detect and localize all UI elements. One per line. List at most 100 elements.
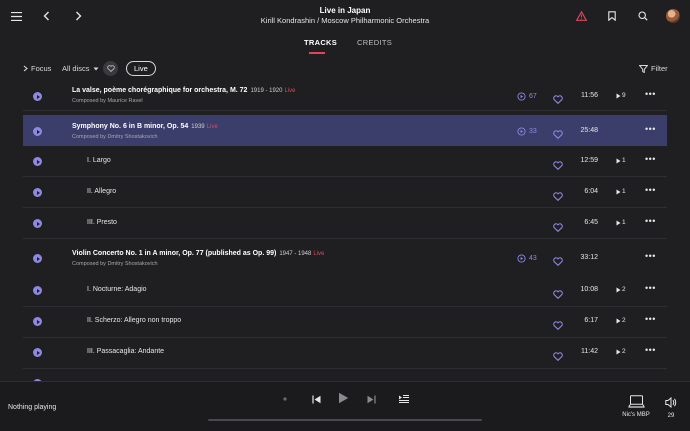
play-small-icon <box>616 287 621 292</box>
next-icon[interactable] <box>361 389 381 409</box>
laptop-icon[interactable] <box>626 391 646 411</box>
more-options-icon[interactable]: ••• <box>645 251 656 261</box>
play-icon[interactable] <box>33 127 42 136</box>
performances[interactable]: 2 <box>616 286 626 293</box>
progress-bar[interactable] <box>208 419 482 421</box>
filter-button[interactable]: Filter <box>639 64 668 73</box>
shuffle-dot-icon[interactable] <box>275 389 295 409</box>
duration: 11:56 <box>581 92 598 99</box>
avatar[interactable] <box>666 9 680 23</box>
discs-dropdown[interactable]: All discs <box>62 64 99 73</box>
play-small-icon <box>616 318 621 323</box>
movement-row[interactable]: II. Allegro 6:04 1 ••• <box>23 177 667 208</box>
versions-icon <box>517 127 526 136</box>
performances[interactable]: 2 <box>616 348 626 355</box>
heart-icon[interactable] <box>553 253 563 271</box>
work-row-symphony-6[interactable]: Symphony No. 6 in B minor, Op. 54 1939 Liv… <box>23 115 667 146</box>
work-composer: Composed by Maurice Ravel <box>72 98 143 104</box>
play-pause-icon[interactable] <box>333 388 353 408</box>
duration: 11:42 <box>581 348 598 355</box>
play-small-icon <box>616 189 621 194</box>
duration: 10:08 <box>580 286 598 293</box>
heart-icon[interactable] <box>553 317 563 335</box>
more-options-icon[interactable]: ••• <box>645 124 656 134</box>
search-icon[interactable] <box>633 6 653 26</box>
queue-icon[interactable] <box>394 389 414 409</box>
top-bar: Live in Japan Kirill Kondrashin / Moscow… <box>0 0 690 32</box>
focus-button[interactable]: Focus <box>23 64 51 73</box>
versions-count[interactable]: 43 <box>517 254 537 263</box>
work-years: 1947 - 1948 <box>279 251 312 257</box>
duration: 12:59 <box>580 157 598 164</box>
filter-label: Filter <box>651 64 668 73</box>
duration: 25:48 <box>580 127 598 134</box>
play-icon[interactable] <box>33 254 42 263</box>
more-options-icon[interactable]: ••• <box>645 216 656 226</box>
play-icon[interactable] <box>33 157 42 166</box>
tab-credits[interactable]: CREDITS <box>357 38 392 47</box>
live-tag: Live <box>284 88 296 94</box>
play-icon[interactable] <box>33 317 42 326</box>
play-small-icon <box>616 220 621 225</box>
duration: 6:45 <box>584 219 598 226</box>
more-options-icon[interactable]: ••• <box>645 283 656 293</box>
work-years: 1939 <box>191 124 205 130</box>
live-tag: Live <box>206 124 218 130</box>
performances[interactable]: 1 <box>616 219 626 226</box>
heart-icon[interactable] <box>553 126 563 144</box>
heart-icon[interactable] <box>553 286 563 304</box>
performances[interactable]: 9 <box>616 92 626 99</box>
movement-title: II. Allegro <box>87 188 117 195</box>
more-options-icon[interactable]: ••• <box>645 314 656 324</box>
movement-title: III. Passacaglia: Andante <box>87 348 165 355</box>
heart-icon[interactable] <box>553 219 563 237</box>
warning-icon[interactable] <box>571 6 591 26</box>
forward-icon[interactable] <box>68 6 88 26</box>
menu-icon[interactable] <box>6 6 26 26</box>
movement-row[interactable]: I. Nocturne: Adagio 10:08 2 ••• <box>23 276 667 307</box>
work-row-violin-concerto[interactable]: Violin Concerto No. 1 in A minor, Op. 77… <box>23 239 667 276</box>
more-options-icon[interactable]: ••• <box>645 345 656 355</box>
performances[interactable]: 1 <box>616 188 626 195</box>
work-title: Violin Concerto No. 1 in A minor, Op. 77… <box>72 250 325 257</box>
duration: 6:04 <box>584 188 598 195</box>
versions-count[interactable]: 67 <box>517 92 537 101</box>
heart-icon[interactable] <box>553 188 563 206</box>
more-options-icon[interactable]: ••• <box>645 89 656 99</box>
heart-icon[interactable] <box>553 348 563 366</box>
duration: 6:17 <box>584 317 598 324</box>
more-options-icon[interactable]: ••• <box>645 154 656 164</box>
back-icon[interactable] <box>36 6 56 26</box>
bookmark-icon[interactable] <box>602 6 622 26</box>
heart-icon[interactable] <box>553 91 563 109</box>
movement-row[interactable]: III. Presto 6:45 1 ••• <box>23 208 667 239</box>
movement-title: II. Scherzo: Allegro non troppo <box>87 317 182 324</box>
favorites-filter-button[interactable] <box>103 61 118 76</box>
play-icon[interactable] <box>33 188 42 197</box>
more-options-icon[interactable]: ••• <box>645 185 656 195</box>
play-icon[interactable] <box>33 348 42 357</box>
performances[interactable]: 2 <box>616 317 626 324</box>
play-icon[interactable] <box>33 219 42 228</box>
chevron-right-icon <box>23 65 28 72</box>
heart-icon[interactable] <box>553 157 563 175</box>
discs-label: All discs <box>62 64 90 73</box>
movement-row[interactable]: III. Passacaglia: Andante 11:42 2 ••• <box>23 338 667 369</box>
movement-row[interactable]: I. Largo 12:59 1 ••• <box>23 146 667 177</box>
performances[interactable]: 1 <box>616 157 626 164</box>
previous-icon[interactable] <box>306 389 326 409</box>
volume-icon[interactable] <box>661 392 681 412</box>
player-bar: Nothing playing Nic's MBP 29 <box>0 381 690 431</box>
play-icon[interactable] <box>33 92 42 101</box>
work-row-la-valse[interactable]: La valse, poème chorégraphique for orche… <box>23 80 667 111</box>
active-tab-indicator <box>309 52 325 54</box>
work-composer: Composed by Dmitry Shostakovich <box>72 261 158 267</box>
play-small-icon <box>616 158 621 163</box>
movement-row[interactable]: II. Scherzo: Allegro non troppo 6:17 2 •… <box>23 307 667 338</box>
versions-count[interactable]: 33 <box>517 127 537 136</box>
play-icon[interactable] <box>33 286 42 295</box>
tab-tracks[interactable]: TRACKS <box>304 38 337 47</box>
focus-label: Focus <box>31 64 52 73</box>
device-name[interactable]: Nic's MBP <box>616 412 656 418</box>
live-filter-button[interactable]: Live <box>126 61 156 76</box>
